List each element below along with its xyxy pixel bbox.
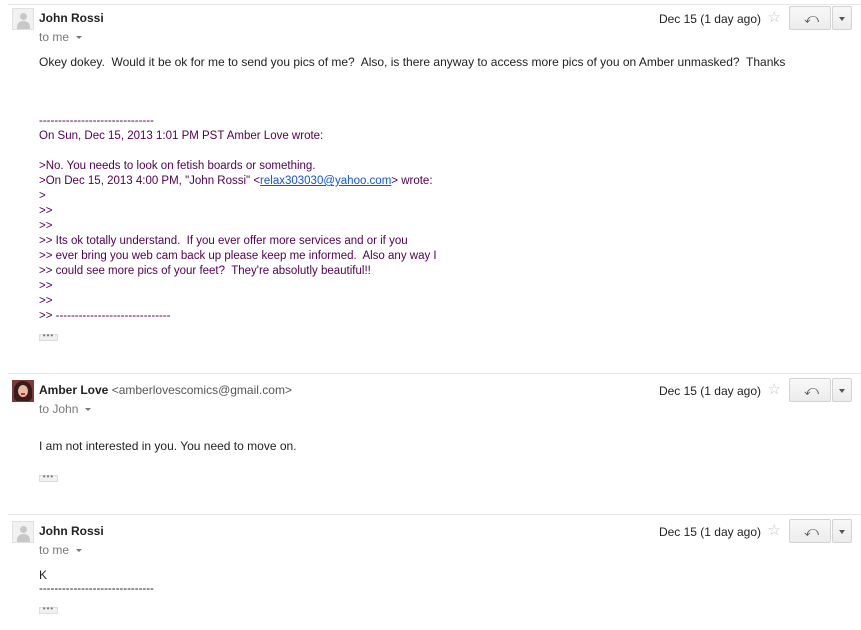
message-body: I am not interested in you. You need to … xyxy=(39,439,297,453)
recipients-label: to me xyxy=(39,30,70,44)
more-options-button[interactable] xyxy=(832,378,852,402)
quoted-line: >> ------------------------------ xyxy=(39,310,171,322)
more-options-button[interactable] xyxy=(832,6,852,30)
message-divider xyxy=(8,373,861,374)
quoted-line: >> Its ok totally understand. If you eve… xyxy=(39,235,408,247)
recipients-label: to John xyxy=(39,402,79,416)
reply-icon: ⤺ xyxy=(804,523,819,539)
chevron-down-icon xyxy=(839,389,845,393)
chevron-down-icon[interactable] xyxy=(73,546,84,555)
sender-name[interactable]: John Rossi xyxy=(39,524,104,538)
signature-dashes: ------------------------------ xyxy=(39,583,154,595)
default-avatar-icon[interactable] xyxy=(12,521,34,543)
sender-name[interactable]: Amber Love <amberlovescomics@gmail.com> xyxy=(39,383,292,397)
chevron-down-icon xyxy=(839,17,845,21)
quoted-line: >> could see more pics of your feet? The… xyxy=(39,265,371,277)
sender-name[interactable]: John Rossi xyxy=(39,11,104,25)
more-options-button[interactable] xyxy=(832,519,852,543)
reply-button[interactable]: ⤺ xyxy=(789,519,831,543)
top-divider xyxy=(8,4,861,5)
recipients[interactable]: to John xyxy=(39,402,93,416)
star-icon[interactable]: ☆ xyxy=(768,382,781,397)
quoted-line: >> xyxy=(39,295,53,307)
message-body: K xyxy=(39,568,48,582)
message-divider xyxy=(8,514,861,515)
recipients[interactable]: to me xyxy=(39,543,84,557)
quoted-line: >> xyxy=(39,280,53,292)
quoted-line: >On Dec 15, 2013 4:00 PM, "John Rossi" <… xyxy=(39,174,433,189)
quoted-dashes: ------------------------------ xyxy=(39,115,154,127)
sender-name-text: Amber Love xyxy=(39,383,109,397)
email-link[interactable]: relax303030@yahoo.com xyxy=(260,175,391,187)
message-body: Okey dokey. Would it be ok for me to sen… xyxy=(39,55,786,69)
chevron-down-icon xyxy=(839,530,845,534)
star-icon[interactable]: ☆ xyxy=(768,523,781,538)
quoted-line: >No. You needs to look on fetish boards … xyxy=(39,160,316,172)
recipients-label: to me xyxy=(39,543,70,557)
message-date: Dec 15 (1 day ago) xyxy=(658,525,761,539)
show-trimmed-content-button[interactable]: ••• xyxy=(39,473,58,482)
star-icon[interactable]: ☆ xyxy=(768,10,781,25)
quoted-attribution: On Sun, Dec 15, 2013 1:01 PM PST Amber L… xyxy=(39,130,324,142)
show-trimmed-content-button[interactable]: ••• xyxy=(39,332,58,341)
chevron-down-icon[interactable] xyxy=(82,405,93,414)
reply-button[interactable]: ⤺ xyxy=(789,6,831,30)
profile-photo-avatar[interactable] xyxy=(12,380,34,402)
reply-button[interactable]: ⤺ xyxy=(789,378,831,402)
reply-icon: ⤺ xyxy=(804,10,819,26)
reply-icon: ⤺ xyxy=(804,382,819,398)
sender-email: <amberlovescomics@gmail.com> xyxy=(111,383,292,397)
quoted-text: > wrote: xyxy=(391,175,433,187)
recipients[interactable]: to me xyxy=(39,30,84,44)
default-avatar-icon[interactable] xyxy=(12,8,34,30)
quoted-line: > xyxy=(39,190,46,202)
quoted-text: >On Dec 15, 2013 4:00 PM, "John Rossi" < xyxy=(39,175,261,187)
message-date: Dec 15 (1 day ago) xyxy=(658,384,761,398)
show-trimmed-content-button[interactable]: ••• xyxy=(39,605,58,614)
quoted-line: >> ever bring you web cam back up please… xyxy=(39,250,437,262)
message-date: Dec 15 (1 day ago) xyxy=(658,12,761,26)
quoted-line: >> xyxy=(39,220,53,232)
quoted-line: >> xyxy=(39,205,53,217)
chevron-down-icon[interactable] xyxy=(73,33,84,42)
